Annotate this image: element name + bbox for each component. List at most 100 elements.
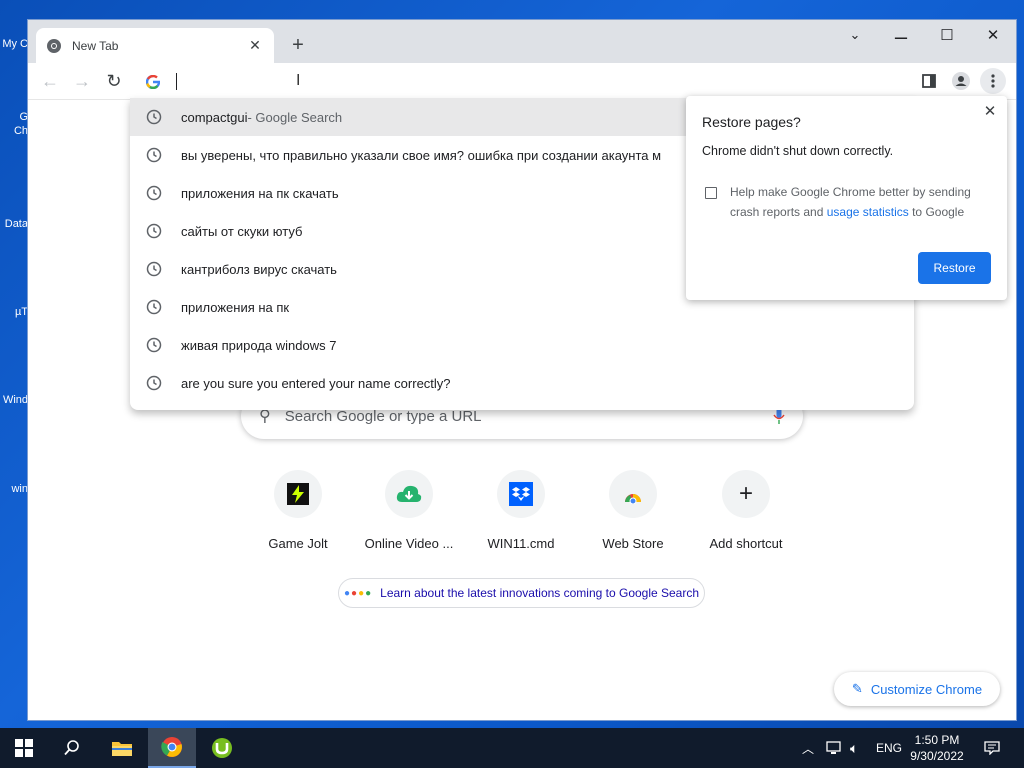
toolbar: ← → ↻ I xyxy=(28,63,1016,100)
new-tab-button[interactable]: + xyxy=(286,33,310,57)
tab-close-icon[interactable]: ✕ xyxy=(246,37,264,55)
game-jolt-icon xyxy=(274,470,322,518)
ntp-search-placeholder: Search Google or type a URL xyxy=(284,407,482,425)
menu-kebab-icon[interactable] xyxy=(980,68,1006,94)
suggestion-text: вы уверены, что правильно указали свое и… xyxy=(181,147,662,163)
show-hidden-icons[interactable]: ︿ xyxy=(802,728,814,768)
history-clock-icon xyxy=(146,299,162,315)
taskbar-utorrent[interactable] xyxy=(198,728,246,768)
desktop-icon-google-chrome[interactable]: G Ch xyxy=(0,110,28,160)
download-cloud-icon xyxy=(385,470,433,518)
shortcut-label: Web Store xyxy=(602,536,664,551)
shortcut-label: Add shortcut xyxy=(709,536,783,551)
desktop-icon-data[interactable]: Data xyxy=(0,218,28,230)
language-indicator[interactable]: ENG xyxy=(876,728,902,768)
taskbar-clock[interactable]: 1:50 PM 9/30/2022 xyxy=(902,732,972,764)
shortcut-game-jolt[interactable]: Game Jolt xyxy=(242,470,354,551)
notification-center-icon[interactable] xyxy=(984,728,1000,768)
reload-button[interactable]: ↻ xyxy=(100,67,128,95)
history-clock-icon xyxy=(146,109,162,125)
desktop-icon-win[interactable]: win xyxy=(0,483,28,495)
taskbar-chrome[interactable] xyxy=(148,728,196,768)
restore-pages-dialog: ✕ Restore pages? Chrome didn't shut down… xyxy=(686,96,1007,300)
taskbar: ︿ 🔈︎ ENG 1:50 PM 9/30/2022 xyxy=(0,728,1024,768)
i-beam-cursor-icon: I xyxy=(296,72,301,89)
shortcut-online-video[interactable]: Online Video ... xyxy=(353,470,465,551)
suggestion-text: приложения на пк xyxy=(181,299,290,315)
windows-logo-icon xyxy=(15,739,33,757)
suggestion-suffix: - Google Search xyxy=(247,109,343,125)
omnibox[interactable]: I xyxy=(130,63,914,100)
chrome-icon xyxy=(47,38,61,53)
history-clock-icon xyxy=(146,223,162,239)
profile-avatar-icon[interactable] xyxy=(948,68,974,94)
folder-icon xyxy=(112,742,132,756)
customize-chrome-button[interactable]: ✎ Customize Chrome xyxy=(834,672,1000,706)
desktop-icon-label: Data xyxy=(4,218,28,230)
desktop-icon-my-computer[interactable]: My C xyxy=(0,38,28,50)
history-clock-icon xyxy=(146,185,162,201)
plus-icon: + xyxy=(722,470,770,518)
tab-title: New Tab xyxy=(72,38,119,53)
side-panel-icon[interactable] xyxy=(916,68,942,94)
crash-report-text-2: to Google xyxy=(908,205,965,219)
suggestion-text: compactgui xyxy=(181,109,248,125)
promo-link[interactable]: ●●●● Learn about the latest innovations … xyxy=(338,578,705,608)
crash-report-checkbox[interactable] xyxy=(705,187,717,199)
volume-icon[interactable]: 🔈︎ xyxy=(850,728,858,768)
taskbar-search-button[interactable] xyxy=(48,728,96,768)
suggestion-text: are you sure you entered your name corre… xyxy=(181,375,451,391)
tab-new-tab[interactable]: New Tab ✕ xyxy=(36,28,274,63)
forward-button[interactable]: → xyxy=(68,67,96,95)
text-cursor xyxy=(176,73,177,90)
start-button[interactable] xyxy=(0,728,48,768)
desktop-icon-label: G Ch xyxy=(13,111,28,137)
desktop-icon-label: My C xyxy=(2,38,28,50)
crash-report-label: Help make Google Chrome better by sendin… xyxy=(730,182,990,222)
dialog-close-icon[interactable]: ✕ xyxy=(981,102,999,120)
google-dots-icon: ●●●● xyxy=(343,587,373,599)
clock-time: 1:50 PM xyxy=(914,733,960,747)
clock-date: 9/30/2022 xyxy=(910,749,964,763)
shortcut-label: Game Jolt xyxy=(268,536,328,551)
suggestion-text: живая природа windows 7 xyxy=(181,337,337,353)
maximize-button[interactable]: ☐ xyxy=(924,20,970,50)
shortcut-web-store[interactable]: Web Store xyxy=(577,470,689,551)
desktop-icon-windows[interactable]: Wind xyxy=(0,394,28,406)
history-clock-icon xyxy=(146,261,162,277)
suggestion-item[interactable]: are you sure you entered your name corre… xyxy=(130,364,914,402)
taskbar-file-explorer[interactable] xyxy=(98,728,146,768)
web-store-icon xyxy=(609,470,657,518)
google-g-icon xyxy=(146,74,160,89)
dropbox-icon xyxy=(497,470,545,518)
customize-label: Customize Chrome xyxy=(870,681,983,697)
chrome-icon xyxy=(161,737,182,757)
usage-statistics-link[interactable]: usage statistics xyxy=(827,205,909,219)
minimize-button[interactable]: – xyxy=(878,22,924,52)
desktop-icon-label: Wind xyxy=(2,394,28,406)
shortcut-label: WIN11.cmd xyxy=(487,536,555,551)
pencil-icon: ✎ xyxy=(851,681,863,696)
history-clock-icon xyxy=(146,337,162,353)
back-button[interactable]: ← xyxy=(36,67,64,95)
history-clock-icon xyxy=(146,147,162,163)
dialog-message: Chrome didn't shut down correctly. xyxy=(702,144,894,158)
suggestion-text: приложения на пк скачать xyxy=(181,185,339,201)
utorrent-icon xyxy=(212,738,232,758)
close-window-button[interactable]: ✕ xyxy=(970,20,1016,50)
shortcut-add[interactable]: + Add shortcut xyxy=(690,470,802,551)
suggestion-item[interactable]: живая природа windows 7 xyxy=(130,326,914,364)
shortcut-win11-cmd[interactable]: WIN11.cmd xyxy=(465,470,577,551)
desktop-icon-label: win xyxy=(11,483,28,495)
dialog-title: Restore pages? xyxy=(702,114,801,130)
search-icon xyxy=(64,740,79,756)
tab-search-button[interactable]: ⌄ xyxy=(832,20,878,50)
promo-text: Learn about the latest innovations comin… xyxy=(380,586,700,600)
network-icon[interactable] xyxy=(826,728,842,768)
history-clock-icon xyxy=(146,375,162,391)
suggestion-text: сайты от скуки ютуб xyxy=(181,223,303,239)
restore-button[interactable]: Restore xyxy=(918,252,991,284)
shortcut-label: Online Video ... xyxy=(364,536,454,551)
desktop-icon-utorrent[interactable]: µT xyxy=(0,306,28,318)
tab-strip: New Tab ✕ + ⌄ – ☐ ✕ xyxy=(28,20,1016,63)
